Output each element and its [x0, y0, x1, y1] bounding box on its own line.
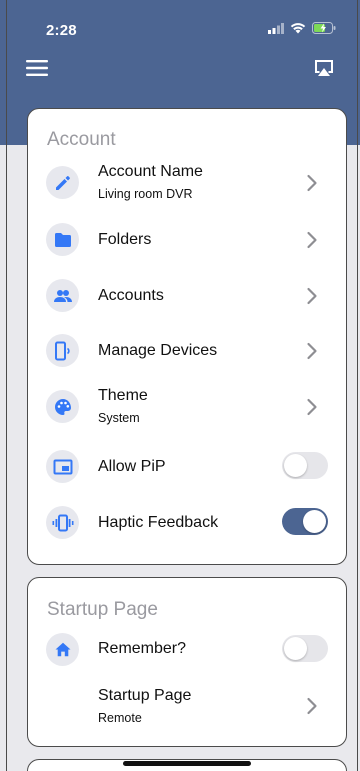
account-name-title: Account Name: [98, 163, 203, 180]
haptic-feedback-row: Haptic Feedback: [28, 499, 346, 549]
manage-devices-row[interactable]: Manage Devices: [28, 327, 346, 377]
wifi-icon: [290, 23, 306, 34]
left-frame-edge: [6, 0, 7, 771]
remember-title: Remember?: [98, 640, 187, 657]
haptic-feedback-toggle[interactable]: [282, 508, 328, 535]
toggle-knob: [284, 454, 307, 477]
chevron-right-icon: [307, 231, 317, 249]
people-icon: [53, 289, 72, 302]
allow-pip-toggle[interactable]: [282, 452, 328, 479]
palette-icon: [54, 398, 71, 415]
section-title-account: Account: [47, 129, 116, 150]
manage-devices-title: Manage Devices: [98, 342, 218, 359]
remember-toggle[interactable]: [282, 635, 328, 662]
battery-icon: [312, 22, 336, 34]
hamburger-menu-icon[interactable]: [26, 59, 48, 77]
account-card: Account Account Name Living room DVR Fol…: [27, 108, 347, 565]
folders-row[interactable]: Folders: [28, 216, 346, 266]
startup-card: Startup Page Remember? Startup Page Remo…: [27, 577, 347, 747]
startup-page-title: Startup Page: [98, 687, 192, 704]
toggle-knob: [284, 637, 307, 660]
vibration-icon: [52, 514, 73, 531]
home-indicator[interactable]: [123, 761, 251, 766]
accounts-row[interactable]: Accounts: [28, 272, 346, 322]
account-name-value: Living room DVR: [98, 187, 193, 201]
allow-pip-row: Allow PiP: [28, 443, 346, 493]
home-icon: [55, 642, 70, 657]
allow-pip-title: Allow PiP: [98, 458, 166, 475]
right-frame-edge: [357, 0, 358, 771]
account-name-row[interactable]: Account Name Living room DVR: [28, 159, 346, 209]
status-icons: [268, 22, 336, 34]
toggle-knob: [303, 510, 326, 533]
chevron-right-icon: [307, 174, 317, 192]
folder-icon: [54, 232, 71, 247]
status-time: 2:28: [46, 22, 77, 39]
chevron-right-icon: [307, 287, 317, 305]
chevron-right-icon: [307, 398, 317, 416]
theme-title: Theme: [98, 387, 148, 404]
haptic-feedback-title: Haptic Feedback: [98, 514, 219, 531]
signal-icon: [268, 22, 284, 34]
device-icon: [54, 341, 70, 360]
chevron-right-icon: [307, 342, 317, 360]
folders-title: Folders: [98, 231, 152, 248]
pip-icon: [53, 459, 72, 474]
chevron-right-icon: [307, 697, 317, 715]
theme-value: System: [98, 411, 140, 425]
section-title-startup: Startup Page: [47, 599, 158, 620]
startup-page-row[interactable]: Startup Page Remote: [28, 682, 346, 732]
airplay-icon[interactable]: [313, 57, 335, 79]
accounts-title: Accounts: [98, 287, 164, 304]
startup-page-value: Remote: [98, 711, 142, 725]
pencil-icon: [55, 175, 70, 190]
theme-row[interactable]: Theme System: [28, 383, 346, 433]
remember-row: Remember?: [28, 626, 346, 676]
